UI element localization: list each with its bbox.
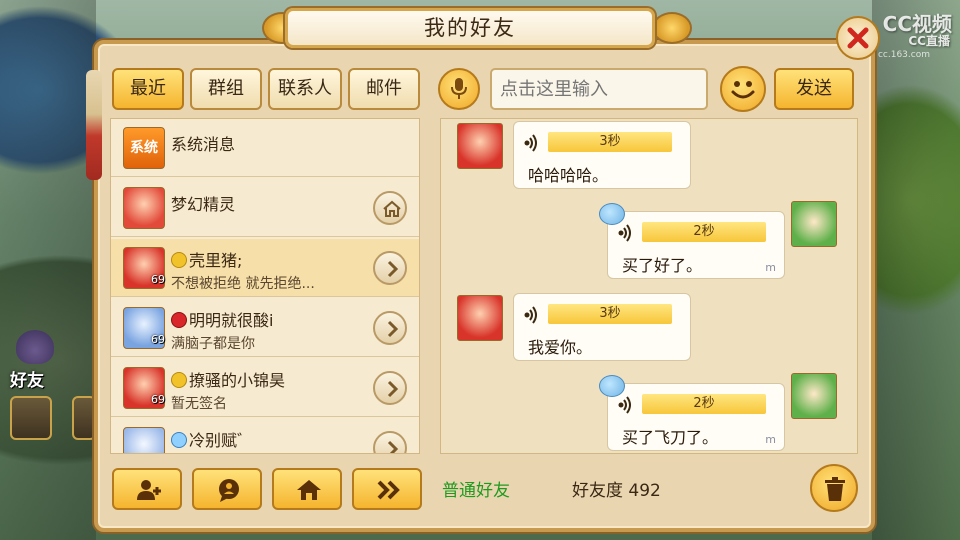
my-avatar <box>791 201 837 247</box>
friend-name: 明明就很酸i <box>171 307 273 331</box>
delete-button[interactable] <box>810 464 858 512</box>
avatar <box>123 427 165 453</box>
watermark-cc-live: CC直播 <box>908 34 950 48</box>
friend-name: 系统消息 <box>171 135 236 154</box>
close-x-icon <box>847 27 869 49</box>
open-chat-button[interactable] <box>373 311 407 345</box>
hud-side-icon[interactable] <box>72 396 96 440</box>
system-avatar: 系统 <box>123 127 165 169</box>
voice-speaker-icon <box>618 224 631 242</box>
chevron-right-icon <box>387 320 399 338</box>
my-avatar <box>791 373 837 419</box>
list-item-friend[interactable]: 69 明明就很酸i 满脑子都是你 <box>111 299 419 357</box>
list-item-friend[interactable]: 69 撩骚的小锦昊 暂无签名 <box>111 359 419 417</box>
friend-name: 撩骚的小锦昊 <box>171 367 285 391</box>
friend-signature: 暂无签名 <box>171 396 227 412</box>
chevron-right-icon <box>387 440 399 453</box>
flower-badge-icon <box>171 312 187 328</box>
home-icon <box>383 200 401 217</box>
friend-list: 系统 系统消息 梦幻精灵 69 壳里猪; 不想被拒绝 就先拒绝... 69 明明… <box>110 118 420 454</box>
list-item-friend[interactable]: 69 壳里猪; 不想被拒绝 就先拒绝... <box>111 239 419 297</box>
speech-bubble-icon <box>219 479 239 502</box>
friend-signature: 不想被拒绝 就先拒绝... <box>171 276 315 292</box>
level-badge: 69 <box>151 273 165 286</box>
list-item-system[interactable]: 系统 系统消息 <box>111 119 419 177</box>
voice-duration: 2秒 <box>642 222 766 242</box>
friend-name: 壳里猪; <box>171 247 242 271</box>
panel-tassel-decoration <box>86 70 102 180</box>
wing-decoration-icon <box>599 203 625 225</box>
message-bubble[interactable]: 2秒 买了飞刀了。 m <box>607 383 785 451</box>
bubble-mark: m <box>765 433 776 446</box>
friend-name: 梦幻精灵 <box>171 195 236 214</box>
friend-signature: 满脑子都是你 <box>171 336 255 352</box>
close-button[interactable] <box>836 16 880 60</box>
smiley-icon <box>731 81 755 99</box>
vip-badge-icon <box>171 372 187 388</box>
friend-avatar <box>457 123 503 169</box>
message-bubble[interactable]: 2秒 买了好了。 m <box>607 211 785 279</box>
chat-area[interactable]: 3秒 哈哈哈哈。 2秒 买了好了。 m 3秒 我爱你。 2秒 买了飞刀了。 m <box>440 118 858 454</box>
bubble-mark: m <box>765 261 776 274</box>
message-text: 买了好了。 <box>622 256 703 275</box>
voice-speaker-icon <box>618 396 631 414</box>
friend-hat-icon <box>16 330 54 364</box>
page-title: 我的好友 <box>285 8 655 48</box>
emoji-button[interactable] <box>720 66 766 112</box>
voice-speaker-icon <box>524 134 537 152</box>
friend-name: 冷别赋゛ <box>171 427 253 451</box>
level-badge: 69 <box>151 393 165 406</box>
open-chat-button[interactable] <box>373 431 407 453</box>
message-bubble[interactable]: 3秒 我爱你。 <box>513 293 691 361</box>
friendship-value: 好友度 492 <box>572 481 661 501</box>
more-button[interactable] <box>352 468 422 510</box>
send-button[interactable]: 发送 <box>774 68 854 110</box>
chat-channel-icon[interactable] <box>10 396 52 440</box>
message-text: 买了飞刀了。 <box>622 428 719 447</box>
voice-duration: 3秒 <box>548 132 672 152</box>
chevron-right-icon <box>387 260 399 278</box>
tab-groups[interactable]: 群组 <box>190 68 262 110</box>
add-friend-button[interactable] <box>112 468 182 510</box>
chevron-right-icon <box>387 380 399 398</box>
message-text: 哈哈哈哈。 <box>528 166 609 185</box>
background-right-scenery <box>872 0 960 540</box>
message-bubble[interactable]: 3秒 哈哈哈哈。 <box>513 121 691 189</box>
tab-contacts[interactable]: 联系人 <box>268 68 342 110</box>
list-item-friend[interactable]: 冷别赋゛ <box>111 419 419 453</box>
level-badge: 69 <box>151 333 165 346</box>
title-right-ornament <box>652 12 692 44</box>
hud-friend-button[interactable]: 好友 <box>6 330 60 391</box>
chat-bubble-button[interactable] <box>192 468 262 510</box>
list-item-friend[interactable]: 梦幻精灵 <box>111 179 419 237</box>
watermark-url: cc.163.com <box>877 50 930 60</box>
home-button[interactable] <box>272 468 342 510</box>
friend-avatar <box>457 295 503 341</box>
voice-speaker-icon <box>524 306 537 324</box>
microphone-icon <box>451 78 467 99</box>
voice-button[interactable] <box>438 68 480 110</box>
open-chat-button[interactable] <box>373 251 407 285</box>
friend-type-label: 普通好友 <box>442 481 510 501</box>
vip-badge-icon <box>171 252 187 268</box>
double-chevron-right-icon <box>377 480 400 500</box>
add-user-icon <box>137 480 161 500</box>
wing-decoration-icon <box>599 375 625 397</box>
voice-duration: 2秒 <box>642 394 766 414</box>
avatar <box>123 187 165 229</box>
message-text: 我爱你。 <box>528 338 593 357</box>
trash-icon <box>825 477 845 501</box>
voice-duration: 3秒 <box>548 304 672 324</box>
message-input[interactable] <box>490 68 708 110</box>
visit-home-button[interactable] <box>373 191 407 225</box>
open-chat-button[interactable] <box>373 371 407 405</box>
background-left-scenery <box>0 0 96 540</box>
home-icon <box>297 480 321 500</box>
tab-mail[interactable]: 邮件 <box>348 68 420 110</box>
tab-recent[interactable]: 最近 <box>112 68 184 110</box>
wing-badge-icon <box>171 432 187 448</box>
hud-friend-label: 好友 <box>10 371 44 391</box>
